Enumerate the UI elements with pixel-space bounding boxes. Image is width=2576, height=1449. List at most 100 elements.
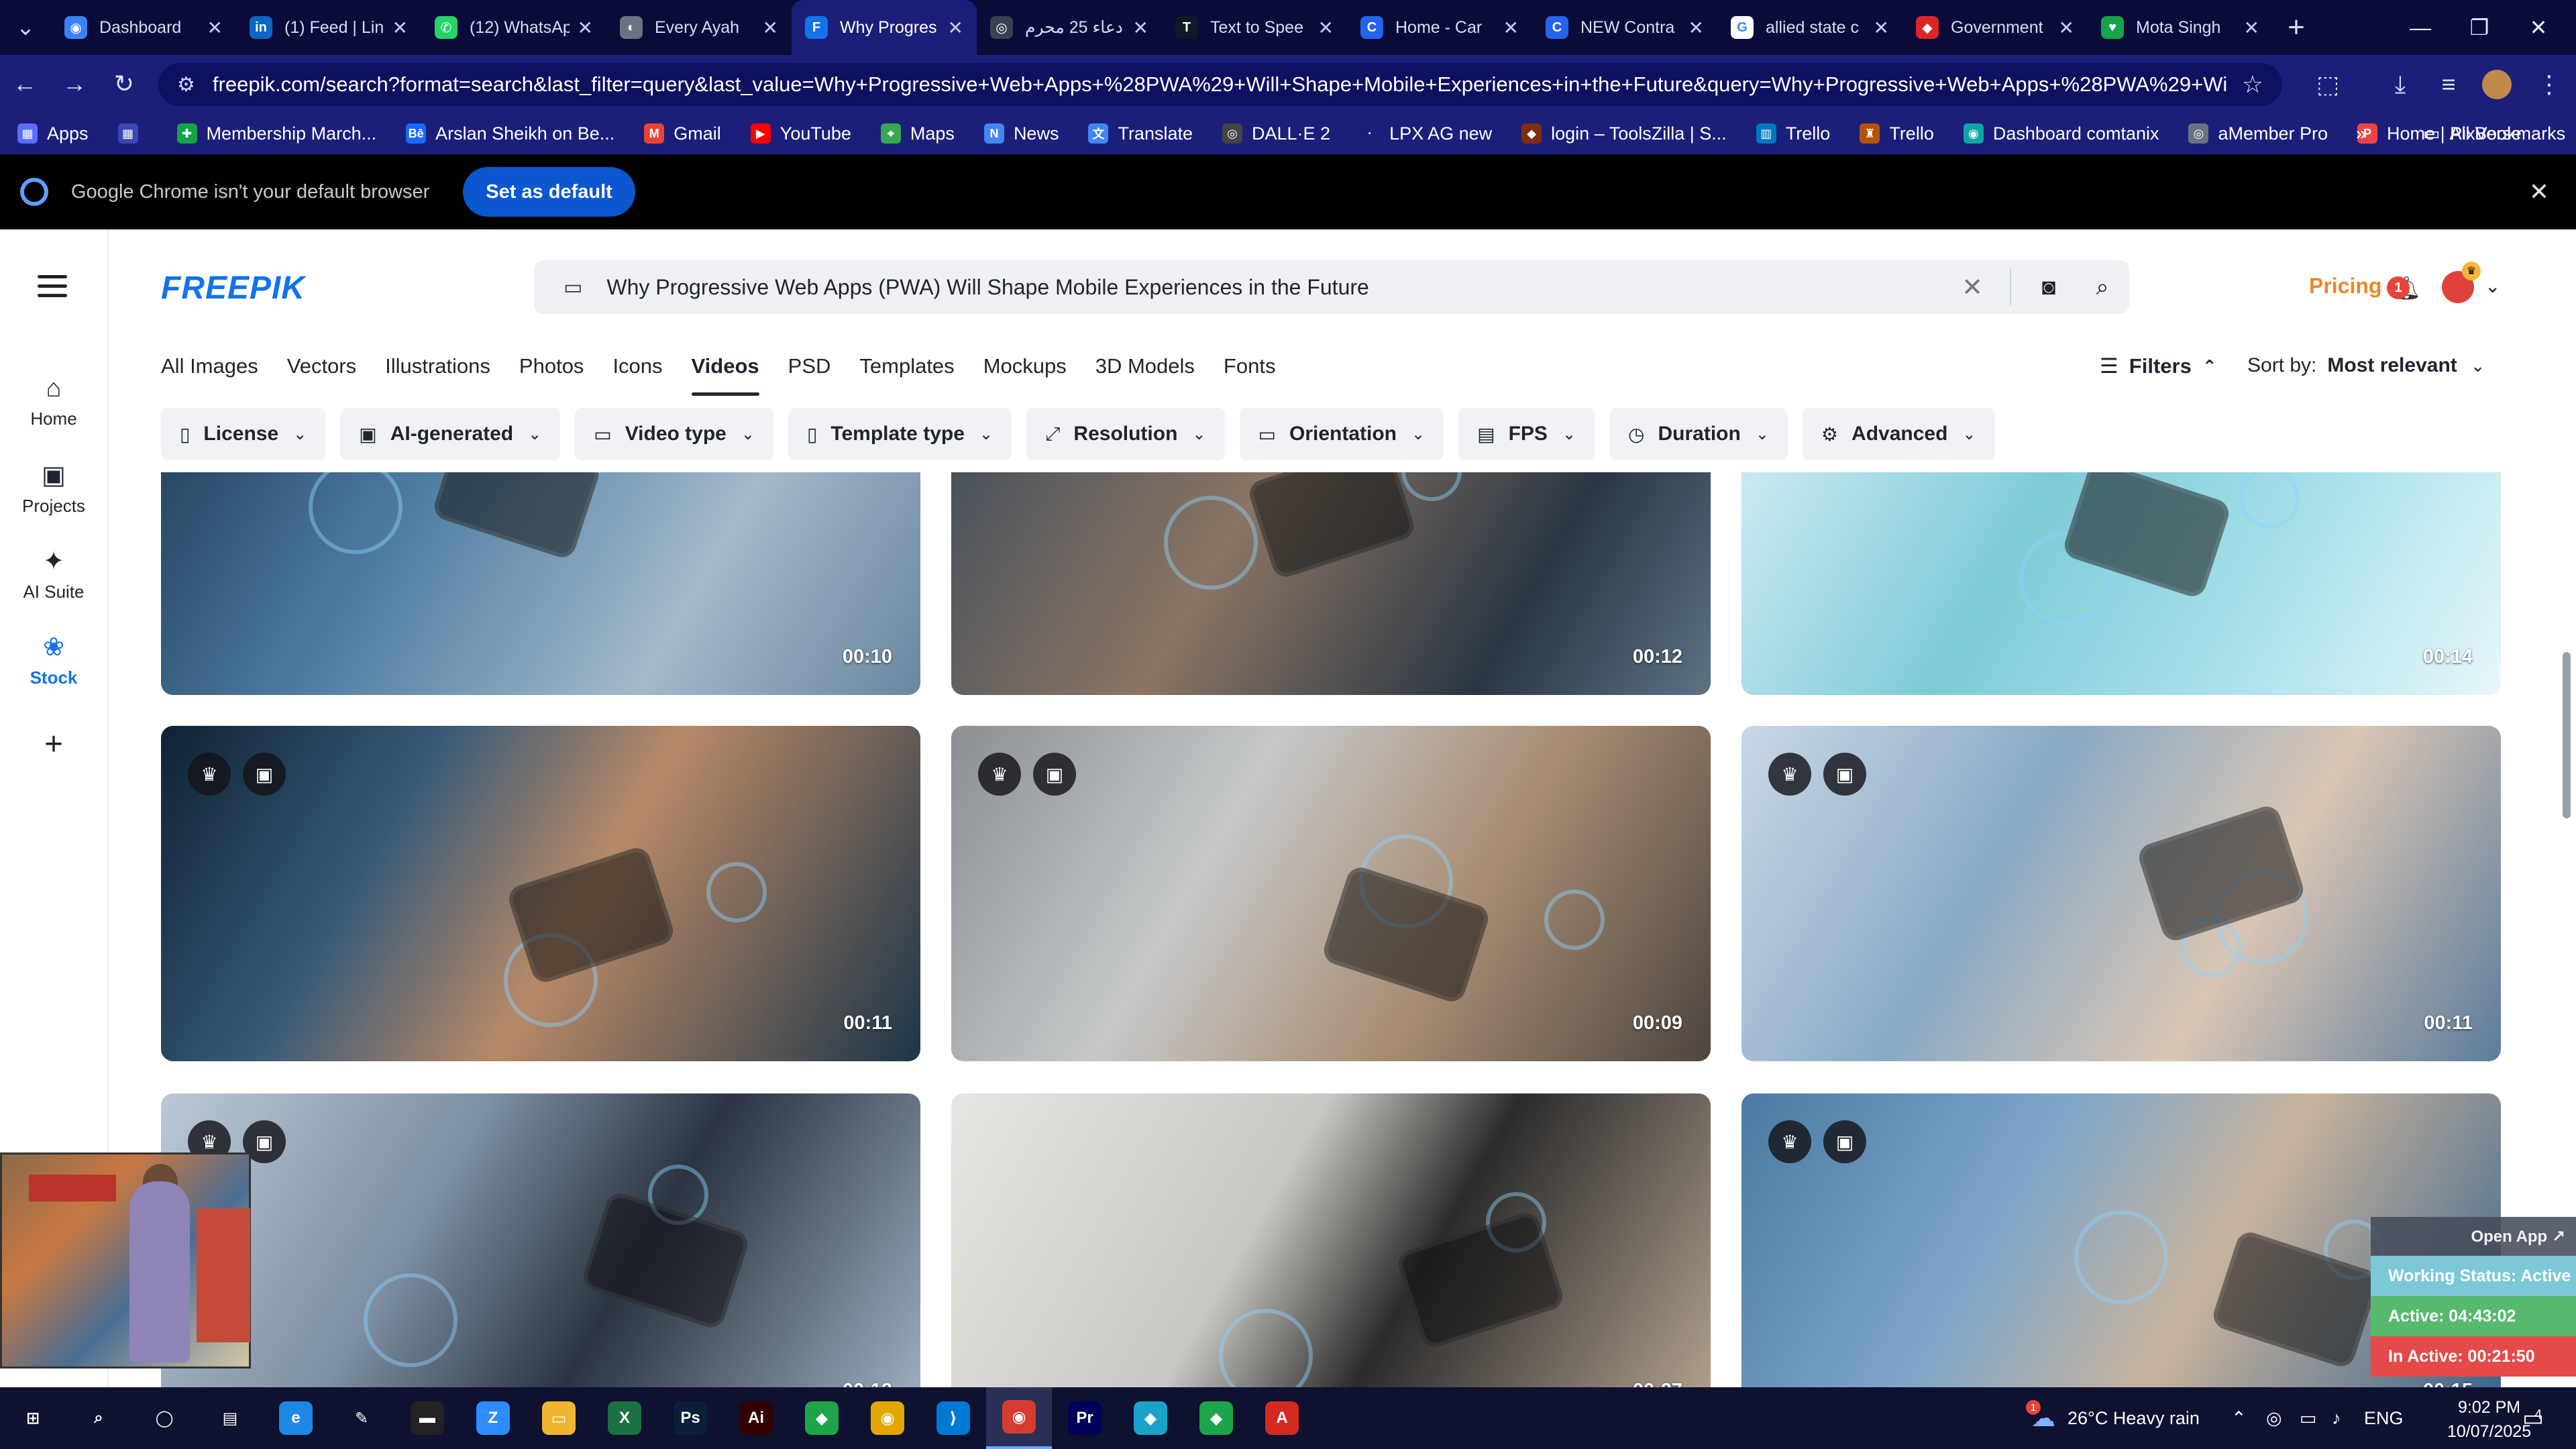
webcam-preview[interactable] <box>0 1152 251 1368</box>
filter-chip[interactable]: ▯ License ⌄ <box>161 408 326 460</box>
set-as-default-button[interactable]: Set as default <box>463 167 635 217</box>
tab-search-icon[interactable]: ⌄ <box>0 0 51 55</box>
taskbar-pen-icon[interactable]: ✎ <box>329 1387 394 1449</box>
network-icon[interactable]: ▭ <box>2300 1387 2317 1449</box>
bookmarks-overflow-icon[interactable]: » <box>2356 113 2366 154</box>
category-tab[interactable]: Fonts <box>1224 354 1276 396</box>
category-tab[interactable]: All Images <box>161 354 258 396</box>
category-tab[interactable]: Templates <box>859 354 954 396</box>
rail-home[interactable]: ⌂ Home <box>0 374 107 429</box>
taskbar-camtasia-2-icon[interactable]: ◆ <box>1183 1387 1249 1449</box>
tab-close-icon[interactable]: ✕ <box>207 17 223 39</box>
close-window-icon[interactable]: ✕ <box>2501 0 2576 55</box>
address-url[interactable]: freepik.com/search?format=search&last_fi… <box>213 72 2229 97</box>
taskbar-excel-icon[interactable]: X <box>592 1387 657 1449</box>
pricing-link[interactable]: Pricing <box>2309 274 2381 299</box>
search-input[interactable]: Why Progressive Web Apps (PWA) Will Shap… <box>606 275 1945 300</box>
open-app-button[interactable]: Open App ↗ <box>2371 1217 2576 1256</box>
taskbar-cortana-icon[interactable]: ◯ <box>131 1387 197 1449</box>
browser-tab[interactable]: F Why Progres ✕ <box>792 0 977 55</box>
address-bar[interactable]: ⚙ freepik.com/search?format=search&last_… <box>158 63 2282 106</box>
browser-menu-icon[interactable]: ⋮ <box>2529 64 2569 105</box>
tab-close-icon[interactable]: ✕ <box>1874 17 1889 39</box>
profile-avatar[interactable] <box>2477 64 2517 105</box>
bookmark-item[interactable]: ♜ Trello <box>1860 123 1934 144</box>
taskbar-edge-icon[interactable]: e <box>263 1387 329 1449</box>
video-card[interactable]: 00:14 <box>1741 472 2501 695</box>
category-tab[interactable]: Icons <box>612 354 662 396</box>
browser-tab[interactable]: C NEW Contra ✕ <box>1532 0 1717 55</box>
notifications-button[interactable]: 🔔︎ 1 <box>2387 275 2421 302</box>
media-control-icon[interactable]: ≡ <box>2428 64 2469 105</box>
video-card[interactable]: 00:10 <box>161 472 920 695</box>
taskbar-explorer-icon[interactable]: ▭ <box>526 1387 592 1449</box>
chevron-down-icon[interactable]: ⌄ <box>2485 275 2500 297</box>
bookmark-item[interactable]: M Gmail <box>644 123 721 144</box>
tab-close-icon[interactable]: ✕ <box>763 17 778 39</box>
tab-close-icon[interactable]: ✕ <box>392 17 408 39</box>
bookmark-item[interactable]: ⌖ Maps <box>880 123 955 144</box>
filter-chip[interactable]: ▤ FPS ⌄ <box>1458 408 1595 460</box>
taskbar-chrome-active-icon[interactable]: ◉ <box>986 1387 1052 1449</box>
menu-icon[interactable] <box>38 275 67 303</box>
tab-close-icon[interactable]: ✕ <box>2244 17 2259 39</box>
reload-icon[interactable]: ↻ <box>99 55 149 113</box>
tab-close-icon[interactable]: ✕ <box>2059 17 2074 39</box>
camera-search-icon[interactable]: ◙ <box>2022 274 2076 301</box>
category-tab[interactable]: Photos <box>519 354 584 396</box>
taskbar-app-blue-icon[interactable]: ◆ <box>1118 1387 1183 1449</box>
taskbar-terminal-icon[interactable]: ▬ <box>394 1387 460 1449</box>
taskbar-illustrator-icon[interactable]: Ai <box>723 1387 789 1449</box>
video-card[interactable]: ♛ ▣ 00:11 <box>1741 726 2501 1061</box>
category-tab[interactable]: Vectors <box>287 354 356 396</box>
taskbar-vscode-icon[interactable]: ⟩ <box>920 1387 986 1449</box>
all-bookmarks[interactable]: ▭ All Bookmarks <box>2423 113 2565 154</box>
filter-chip[interactable]: ▣ AI-generated ⌄ <box>340 408 561 460</box>
category-tab[interactable]: 3D Models <box>1095 354 1195 396</box>
taskbar-premiere-icon[interactable]: Pr <box>1052 1387 1118 1449</box>
system-clock[interactable]: 9:02 PM 10/07/2025 <box>2447 1395 2531 1444</box>
sort-dropdown[interactable]: Sort by: Most relevant ⌄ <box>2247 354 2485 377</box>
bookmark-item[interactable]: ◆ login – ToolsZilla | S... <box>1521 123 1727 144</box>
taskbar-photoshop-icon[interactable]: Ps <box>657 1387 723 1449</box>
category-tab[interactable]: Videos <box>691 354 759 396</box>
tab-close-icon[interactable]: ✕ <box>1503 17 1519 39</box>
taskbar-acrobat-icon[interactable]: A <box>1249 1387 1315 1449</box>
taskbar-search-icon[interactable]: ⌕ <box>66 1387 131 1449</box>
video-card[interactable]: ♛ ▣ 00:11 <box>161 726 920 1061</box>
tab-close-icon[interactable]: ✕ <box>578 17 593 39</box>
category-tab[interactable]: PSD <box>788 354 831 396</box>
browser-tab[interactable]: Gallied state c ✕ <box>1717 0 1902 55</box>
bookmark-item[interactable]: 文 Translate <box>1088 123 1193 144</box>
taskbar-start-icon[interactable]: ⊞ <box>0 1387 66 1449</box>
browser-tab[interactable]: ◆ Government ✕ <box>1902 0 2088 55</box>
bookmark-item[interactable]: · LPX AG new <box>1360 123 1492 144</box>
forward-icon[interactable]: → <box>50 55 99 113</box>
new-tab-button[interactable]: + <box>2273 0 2320 55</box>
browser-tab[interactable]: ✆ (12) WhatsAp ✕ <box>421 0 606 55</box>
browser-tab[interactable]: ◐ Every Ayah ✕ <box>606 0 792 55</box>
back-icon[interactable]: ← <box>0 55 50 113</box>
site-info-icon[interactable]: ⚙ <box>177 73 195 97</box>
bookmark-item[interactable]: ▥ Trello <box>1756 123 1830 144</box>
page-scrollbar[interactable] <box>2557 229 2576 1387</box>
taskbar-task-view-icon[interactable]: ▤ <box>197 1387 263 1449</box>
tray-overflow-icon[interactable]: ⌃ <box>2231 1387 2247 1449</box>
bookmark-item[interactable]: Bē Arslan Sheikh on Be... <box>406 123 614 144</box>
volume-icon[interactable]: ♪ <box>2332 1387 2341 1449</box>
weather-widget[interactable]: ☁ 1 26°C Heavy rain <box>2026 1387 2200 1449</box>
freepik-logo[interactable]: FREEPIK <box>161 270 305 307</box>
video-camera-icon[interactable]: ▭ <box>564 276 582 299</box>
category-tab[interactable]: Illustrations <box>385 354 490 396</box>
tab-close-icon[interactable]: ✕ <box>1318 17 1334 39</box>
browser-tab[interactable]: ♥ Mota Singh ✕ <box>2088 0 2273 55</box>
video-card[interactable]: ♛ ▣ 00:09 <box>951 726 1711 1061</box>
input-language[interactable]: ENG <box>2364 1387 2404 1449</box>
video-card[interactable]: 00:27 <box>951 1093 1711 1387</box>
bookmark-item[interactable]: ◎ DALL·E 2 <box>1222 123 1330 144</box>
browser-tab[interactable]: C Home - Car ✕ <box>1347 0 1532 55</box>
taskbar-camtasia-icon[interactable]: ◆ <box>789 1387 855 1449</box>
taskbar-chrome-icon[interactable]: ◉ <box>855 1387 920 1449</box>
browser-tab[interactable]: in (1) Feed | Lin ✕ <box>236 0 421 55</box>
notification-center-icon[interactable]: ▭ 4 <box>2522 1387 2544 1449</box>
